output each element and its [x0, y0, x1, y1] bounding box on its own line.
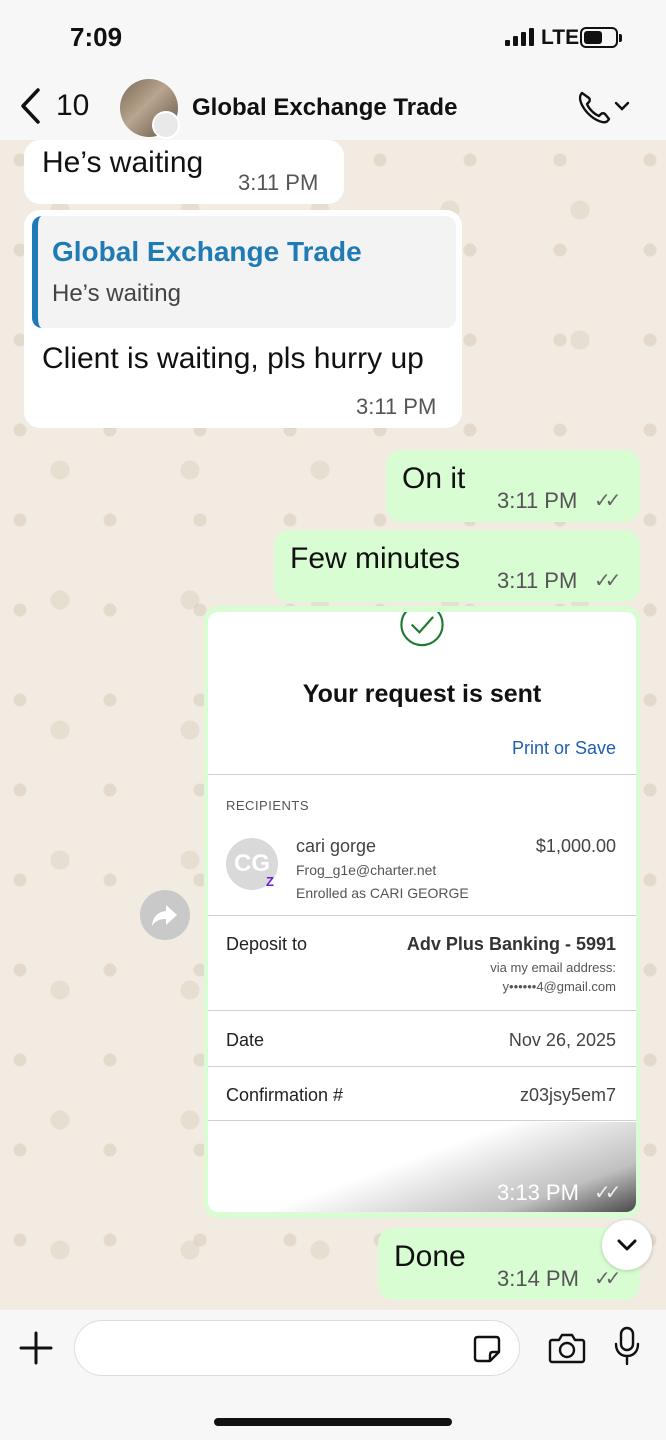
forward-icon: [152, 905, 177, 926]
message-text: Done: [394, 1240, 466, 1273]
deposit-email: y••••••4@gmail.com: [502, 979, 616, 994]
read-receipt-icon: ✓✓: [594, 570, 621, 592]
recipient-email: Frog_g1e@charter.net: [296, 862, 437, 878]
recipient-enrolled: Enrolled as CARI GEORGE: [296, 885, 469, 901]
chat-header: 10 Global Exchange Trade: [0, 75, 666, 140]
network-label: LTE: [541, 26, 580, 49]
receipt-title: Your request is sent: [302, 680, 542, 708]
phone-icon: [578, 91, 611, 124]
quoted-sender: Global Exchange Trade: [52, 236, 362, 267]
contact-name[interactable]: Global Exchange Trade: [192, 94, 457, 122]
message-text: Client is waiting, pls hurry up: [42, 342, 424, 375]
camera-icon[interactable]: [548, 1332, 586, 1364]
message-input[interactable]: [74, 1320, 520, 1376]
status-time: 7:09: [70, 22, 123, 52]
call-button[interactable]: [576, 89, 632, 130]
battery-icon: [580, 27, 622, 48]
confirmation-label: Confirmation #: [226, 1085, 344, 1105]
scroll-to-bottom-button[interactable]: [602, 1220, 652, 1270]
status-ring-icon: [152, 111, 180, 139]
plus-icon[interactable]: [18, 1330, 54, 1366]
deposit-via: via my email address:: [490, 960, 616, 975]
quoted-text: He’s waiting: [52, 280, 181, 307]
message-time: 3:11 PM: [497, 488, 578, 513]
date-value: Nov 26, 2025: [508, 1030, 616, 1050]
deposit-label: Deposit to: [226, 934, 308, 954]
print-or-save-link[interactable]: Print or Save: [512, 738, 616, 759]
message-time: 3:11 PM: [356, 394, 437, 419]
message-time: 3:11 PM: [497, 568, 578, 593]
zelle-icon: Z: [266, 874, 274, 889]
read-receipt-icon: ✓✓: [594, 1182, 621, 1204]
receipt-image[interactable]: Your request is sent Print or Save RECIP…: [208, 612, 636, 1212]
mic-icon[interactable]: [612, 1326, 642, 1366]
message-text: He’s waiting: [42, 146, 204, 179]
forward-button[interactable]: [140, 890, 190, 940]
read-receipt-icon: ✓✓: [594, 490, 621, 512]
deposit-account: Adv Plus Banking - 5991: [406, 934, 616, 954]
message-time: 3:11 PM: [238, 170, 319, 195]
recipients-label: RECIPIENTS: [226, 798, 310, 813]
back-button[interactable]: 10: [18, 87, 89, 125]
divider: [208, 1010, 636, 1011]
amount: $1,000.00: [535, 836, 616, 856]
divider: [208, 1120, 636, 1121]
unread-count: 10: [56, 89, 90, 122]
divider: [208, 774, 636, 775]
chevron-left-icon: [21, 88, 40, 124]
recipient-name: cari gorge: [296, 836, 377, 856]
confirmation-value: z03jsy5em7: [519, 1085, 616, 1105]
message-time: 3:13 PM: [497, 1180, 579, 1205]
signal-icon: [505, 28, 534, 46]
message-text: On it: [402, 462, 466, 495]
check-circle-icon: [400, 612, 444, 647]
divider: [208, 1066, 636, 1067]
divider: [208, 915, 636, 916]
sticker-icon[interactable]: [472, 1334, 502, 1364]
home-indicator: [214, 1418, 452, 1426]
chevron-down-icon: [617, 1239, 637, 1251]
date-label: Date: [226, 1030, 265, 1050]
status-bar: 7:09 LTE: [0, 0, 666, 75]
chevron-down-icon: [614, 101, 630, 111]
quoted-reply[interactable]: [32, 216, 456, 328]
message-time: 3:14 PM: [497, 1266, 579, 1291]
message-text: Few minutes: [290, 542, 461, 575]
